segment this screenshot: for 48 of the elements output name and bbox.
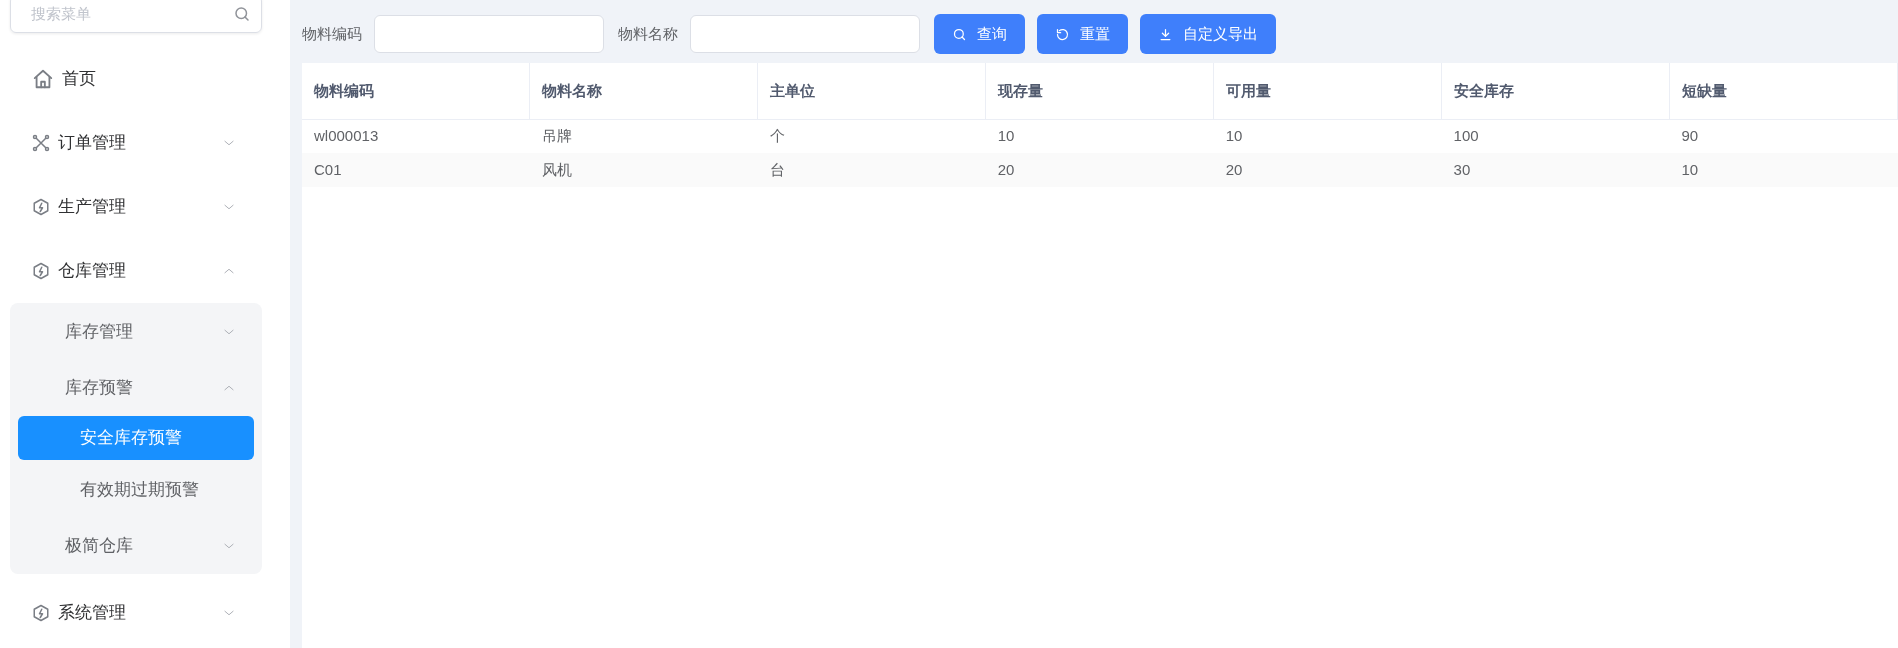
search-icon <box>952 26 967 42</box>
menu-item[interactable]: 系统管理 <box>10 581 262 645</box>
input-field[interactable] <box>374 15 604 53</box>
search-icon <box>233 5 251 23</box>
table-cell: 100 <box>1441 119 1670 153</box>
menu-item[interactable]: 生产管理 <box>10 175 262 239</box>
search-button[interactable]: 查询 <box>934 14 1025 54</box>
table-cell: 30 <box>1441 153 1670 187</box>
menu-item[interactable]: 订单管理 <box>10 111 262 175</box>
table-cell: 20 <box>985 153 1214 187</box>
home-icon <box>32 68 54 90</box>
reset-icon <box>1055 26 1070 42</box>
submenu-item[interactable]: 库存预警 <box>10 360 262 416</box>
menu-leaf-item[interactable]: 有效期过期预警 <box>18 468 254 512</box>
network-icon <box>32 134 50 152</box>
search-field[interactable]: 搜索菜单 <box>10 0 262 33</box>
column-header: 主单位 <box>757 63 986 119</box>
table-cell: 吊牌 <box>529 119 758 153</box>
input-field[interactable] <box>690 15 920 53</box>
table-cell: 个 <box>757 119 986 153</box>
submenu-item[interactable]: 库存管理 <box>10 304 262 360</box>
field-label: 物料编码 <box>302 23 362 44</box>
field-label: 物料名称 <box>618 23 678 44</box>
column-header: 可用量 <box>1213 63 1442 119</box>
reset-button[interactable]: 重置 <box>1037 14 1128 54</box>
hexagon-bolt-icon <box>32 604 50 622</box>
table-cell: 风机 <box>529 153 758 187</box>
table-cell: 90 <box>1669 119 1898 153</box>
table-cell: 10 <box>1669 153 1898 187</box>
column-header: 现存量 <box>985 63 1214 119</box>
table-cell: 台 <box>757 153 986 187</box>
table-cell: 10 <box>985 119 1214 153</box>
table-cell: 10 <box>1213 119 1442 153</box>
table-cell: 20 <box>1213 153 1442 187</box>
hexagon-bolt-icon <box>32 198 50 216</box>
export-button[interactable]: 自定义导出 <box>1140 14 1276 54</box>
column-header: 物料名称 <box>529 63 758 119</box>
menu-leaf-item[interactable]: 安全库存预警 <box>18 416 254 460</box>
column-header: 物料编码 <box>302 63 530 119</box>
download-icon <box>1158 26 1173 42</box>
menu-item[interactable]: 首页 <box>10 47 262 111</box>
table-cell: wl000013 <box>302 119 530 153</box>
column-header: 短缺量 <box>1669 63 1898 119</box>
column-header: 安全库存 <box>1441 63 1670 119</box>
submenu-item[interactable]: 极简仓库 <box>10 518 262 574</box>
menu-item[interactable]: 仓库管理 <box>10 239 262 303</box>
table-cell: C01 <box>302 153 530 187</box>
hexagon-bolt-icon <box>32 262 50 280</box>
